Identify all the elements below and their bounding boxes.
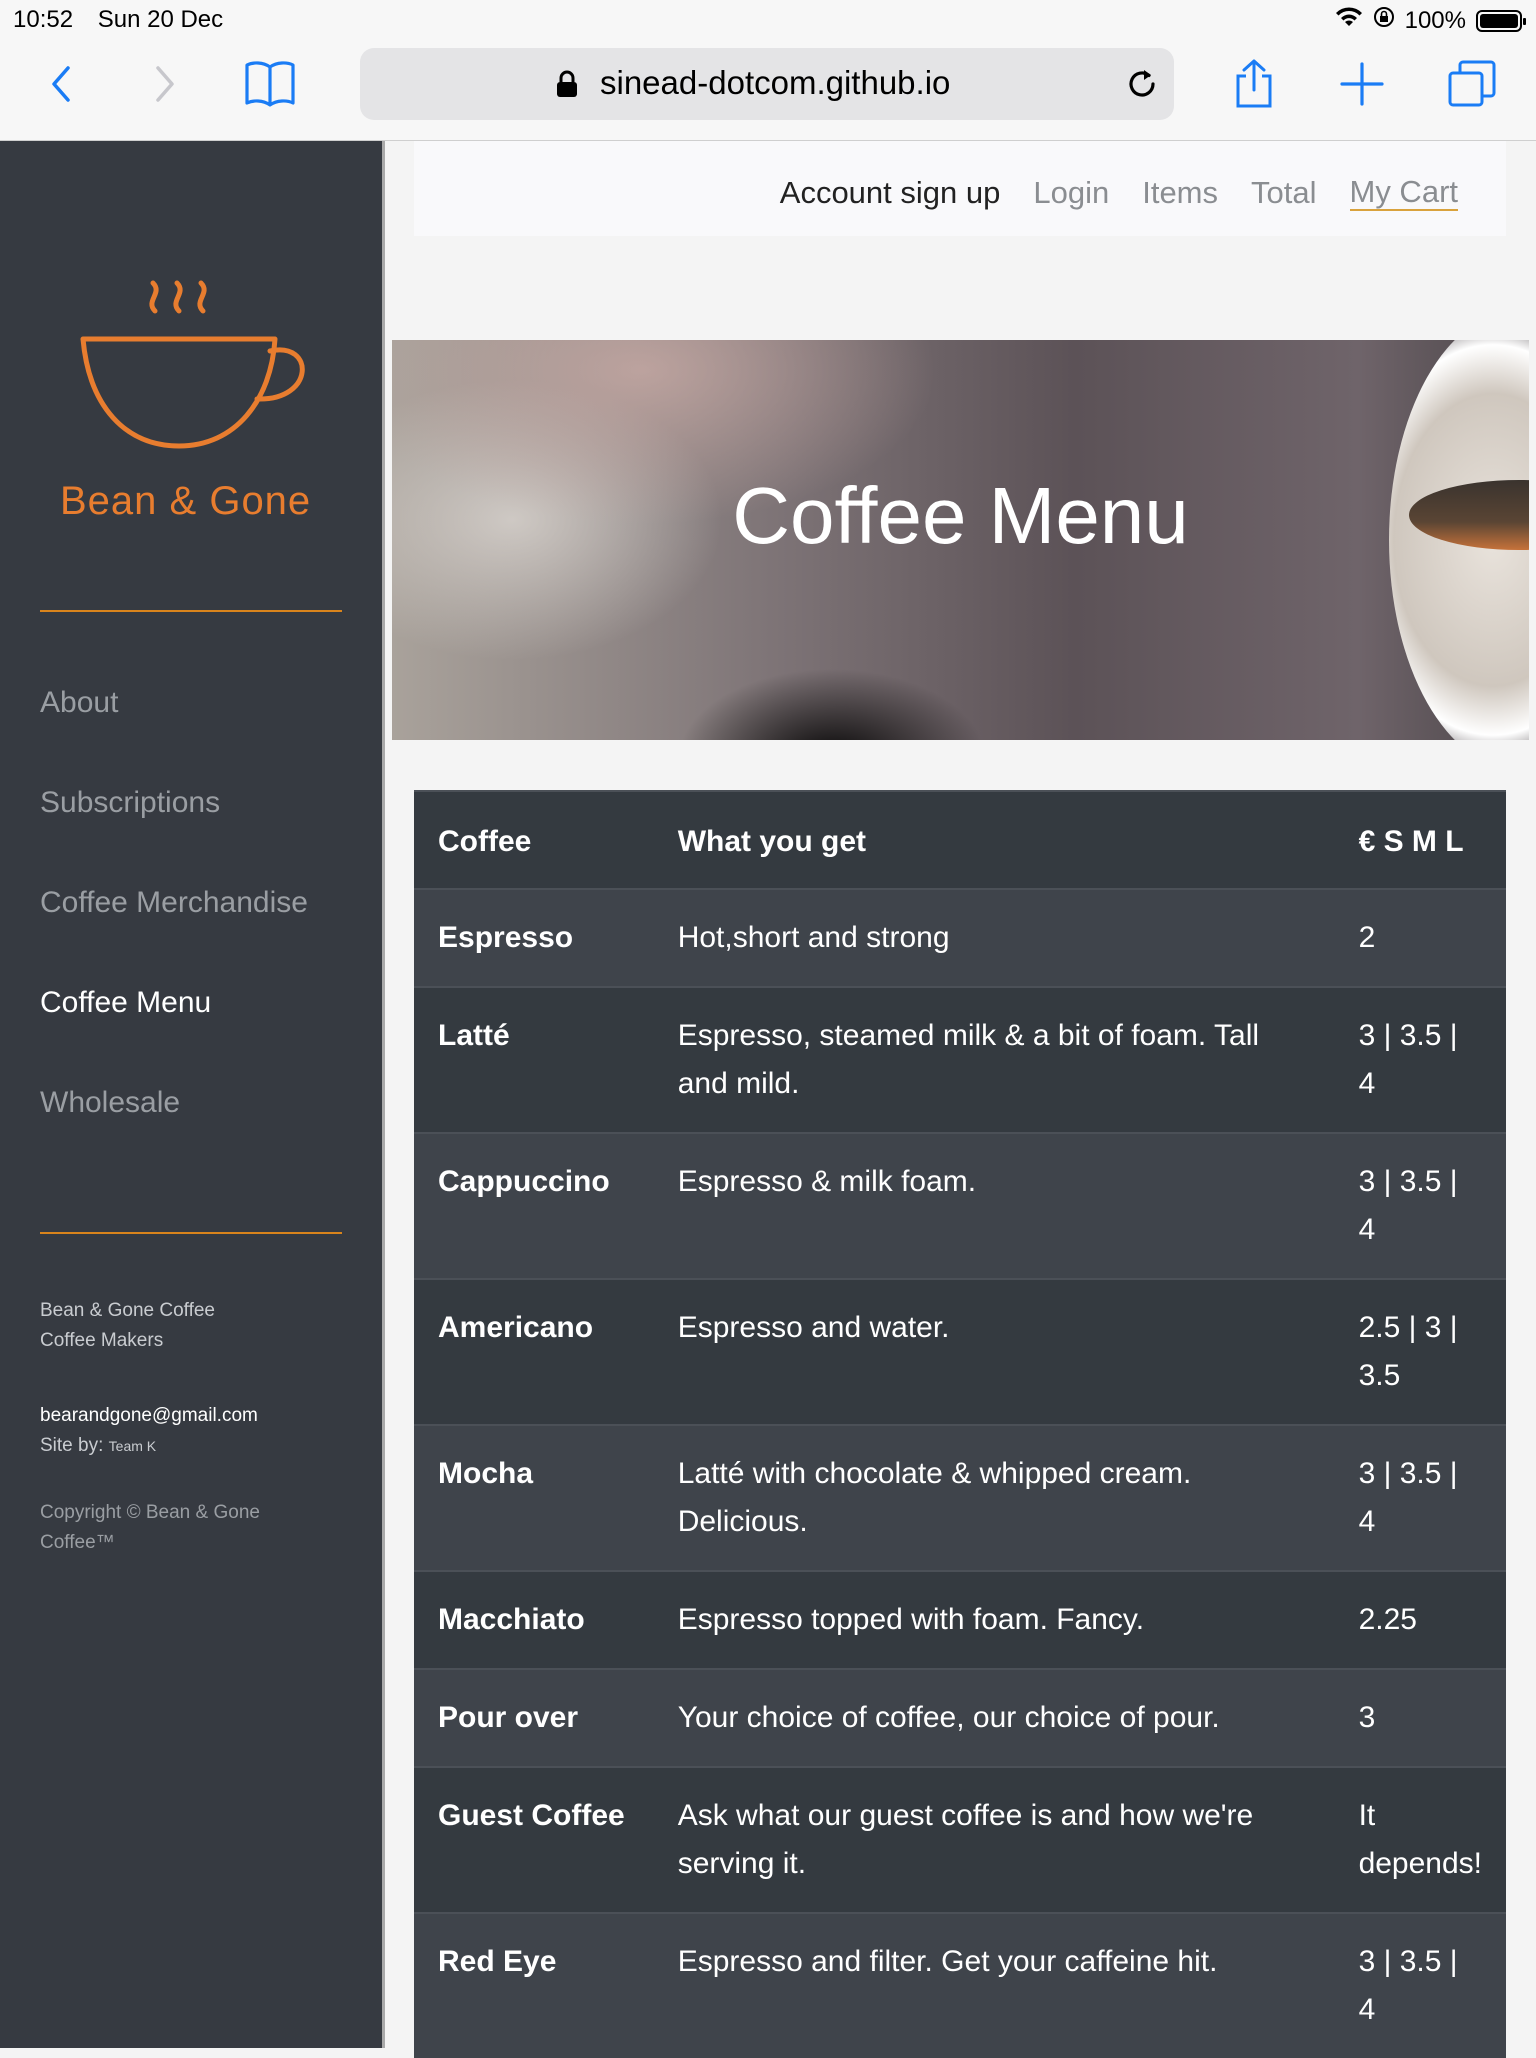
coffee-price: 3 | 3.5 | 4 xyxy=(1334,1132,1506,1279)
coffee-name: Cappuccino xyxy=(414,1132,654,1279)
coffee-name: Americano xyxy=(414,1278,654,1425)
reload-icon[interactable] xyxy=(1120,62,1164,111)
status-bar: 10:52 Sun 20 Dec 100% xyxy=(0,0,1536,40)
coffee-price: 2.25 xyxy=(1334,1570,1506,1669)
coffee-name: Red Eye xyxy=(414,1912,654,2058)
table-row: Guest Coffee Ask what our guest coffee i… xyxy=(414,1766,1506,1913)
coffee-name: Espresso xyxy=(414,888,654,987)
brand-name: Bean & Gone xyxy=(60,479,312,523)
table-row: Mocha Latté with chocolate & whipped cre… xyxy=(414,1424,1506,1571)
back-icon[interactable] xyxy=(30,54,90,114)
coffee-description: Ask what our guest coffee is and how we'… xyxy=(653,1766,1335,1913)
battery-percent: 100% xyxy=(1404,6,1466,34)
coffee-description: Espresso and filter. Get your caffeine h… xyxy=(653,1912,1335,2058)
status-time: 10:52 xyxy=(13,6,74,33)
coffee-description: Espresso and water. xyxy=(653,1278,1335,1425)
sidebar-nav: About Subscriptions Coffee Merchandise C… xyxy=(40,681,308,1181)
coffee-description: Hot,short and strong xyxy=(653,888,1335,987)
column-header-what-you-get: What you get xyxy=(653,790,1335,889)
coffee-description: Espresso topped with foam. Fancy. xyxy=(653,1570,1335,1669)
coffee-price: 3 | 3.5 | 4 xyxy=(1334,986,1506,1133)
coffee-name: Guest Coffee xyxy=(414,1766,654,1913)
column-header-price: € S M L xyxy=(1334,790,1506,889)
site-by-label: Site by: xyxy=(40,1435,104,1456)
top-navbar: Account sign up Login Items Total My Car… xyxy=(414,141,1506,236)
column-header-coffee: Coffee xyxy=(414,790,654,889)
contact-info: bearandgone@gmail.com Site by: Team K xyxy=(40,1401,258,1461)
my-cart-link[interactable]: My Cart xyxy=(1349,175,1458,211)
page-title: Coffee Menu xyxy=(732,471,1189,560)
coffee-price: 2 xyxy=(1334,888,1506,987)
sidebar-item-wholesale[interactable]: Wholesale xyxy=(40,1081,308,1181)
email-link[interactable]: bearandgone@gmail.com xyxy=(40,1401,258,1431)
coffee-name: Latté xyxy=(414,986,654,1133)
divider xyxy=(40,1232,342,1234)
address-bar[interactable]: sinead-dotcom.github.io xyxy=(360,48,1174,120)
site-by-value: Team K xyxy=(108,1438,157,1454)
copyright-line: Coffee™ xyxy=(40,1532,115,1553)
tabs-icon[interactable] xyxy=(1442,54,1502,114)
divider xyxy=(40,610,342,612)
orientation-lock-icon xyxy=(1373,6,1395,35)
coffee-price: 2.5 | 3 | 3.5 xyxy=(1334,1278,1506,1425)
sidebar-item-about[interactable]: About xyxy=(40,681,308,781)
table-row: Pour over Your choice of coffee, our cho… xyxy=(414,1668,1506,1767)
lock-icon xyxy=(556,70,578,103)
table-row: Americano Espresso and water. 2.5 | 3 | … xyxy=(414,1278,1506,1425)
sidebar: Bean & Gone About Subscriptions Coffee M… xyxy=(0,141,385,2048)
coffee-cup-logo-icon xyxy=(75,271,315,466)
site-by: Site by: Team K xyxy=(40,1431,258,1461)
table-row: Espresso Hot,short and strong 2 xyxy=(414,888,1506,987)
table-header-row: Coffee What you get € S M L xyxy=(414,790,1506,889)
account-sign-up-link[interactable]: Account sign up xyxy=(780,175,1001,211)
total-link[interactable]: Total xyxy=(1251,175,1316,211)
table-row: Cappuccino Espresso & milk foam. 3 | 3.5… xyxy=(414,1132,1506,1279)
coffee-price: 3 | 3.5 | 4 xyxy=(1334,1912,1506,2058)
coffee-description: Espresso & milk foam. xyxy=(653,1132,1335,1279)
bookmarks-icon[interactable] xyxy=(240,54,300,114)
table-row: Latté Espresso, steamed milk & a bit of … xyxy=(414,986,1506,1133)
url-text: sinead-dotcom.github.io xyxy=(600,64,951,101)
coffee-price: 3 | 3.5 | 4 xyxy=(1334,1424,1506,1571)
coffee-name: Macchiato xyxy=(414,1570,654,1669)
coffee-name: Mocha xyxy=(414,1424,654,1571)
coffee-price: 3 xyxy=(1334,1668,1506,1767)
browser-toolbar: sinead-dotcom.github.io xyxy=(0,40,1536,141)
sidebar-item-coffee-merchandise[interactable]: Coffee Merchandise xyxy=(40,881,308,981)
company-line: Bean & Gone Coffee xyxy=(40,1300,215,1321)
forward-icon[interactable] xyxy=(136,54,196,114)
sidebar-item-subscriptions[interactable]: Subscriptions xyxy=(40,781,308,881)
wifi-icon xyxy=(1335,6,1363,35)
share-icon[interactable] xyxy=(1224,54,1284,114)
coffee-description: Espresso, steamed milk & a bit of foam. … xyxy=(653,986,1335,1133)
copyright: Copyright © Bean & Gone Coffee™ xyxy=(40,1498,260,1558)
status-date: Sun 20 Dec xyxy=(97,6,224,33)
items-link[interactable]: Items xyxy=(1142,175,1218,211)
copyright-line: Copyright © Bean & Gone xyxy=(40,1502,260,1523)
coffee-description: Latté with chocolate & whipped cream. De… xyxy=(653,1424,1335,1571)
company-info: Bean & Gone Coffee Coffee Makers xyxy=(40,1296,215,1356)
sidebar-item-coffee-menu[interactable]: Coffee Menu xyxy=(40,981,308,1081)
coffee-price: It depends! xyxy=(1334,1766,1506,1913)
hero-banner: Coffee Menu xyxy=(392,340,1529,740)
coffee-name: Pour over xyxy=(414,1668,654,1767)
battery-icon xyxy=(1476,9,1526,32)
table-row: Macchiato Espresso topped with foam. Fan… xyxy=(414,1570,1506,1669)
coffee-menu-table: Coffee What you get € S M L Espresso Hot… xyxy=(414,790,1506,2058)
coffee-description: Your choice of coffee, our choice of pou… xyxy=(653,1668,1335,1767)
company-line: Coffee Makers xyxy=(40,1330,164,1351)
table-row: Red Eye Espresso and filter. Get your ca… xyxy=(414,1912,1506,2058)
new-tab-icon[interactable] xyxy=(1332,54,1392,114)
login-link[interactable]: Login xyxy=(1033,175,1109,211)
